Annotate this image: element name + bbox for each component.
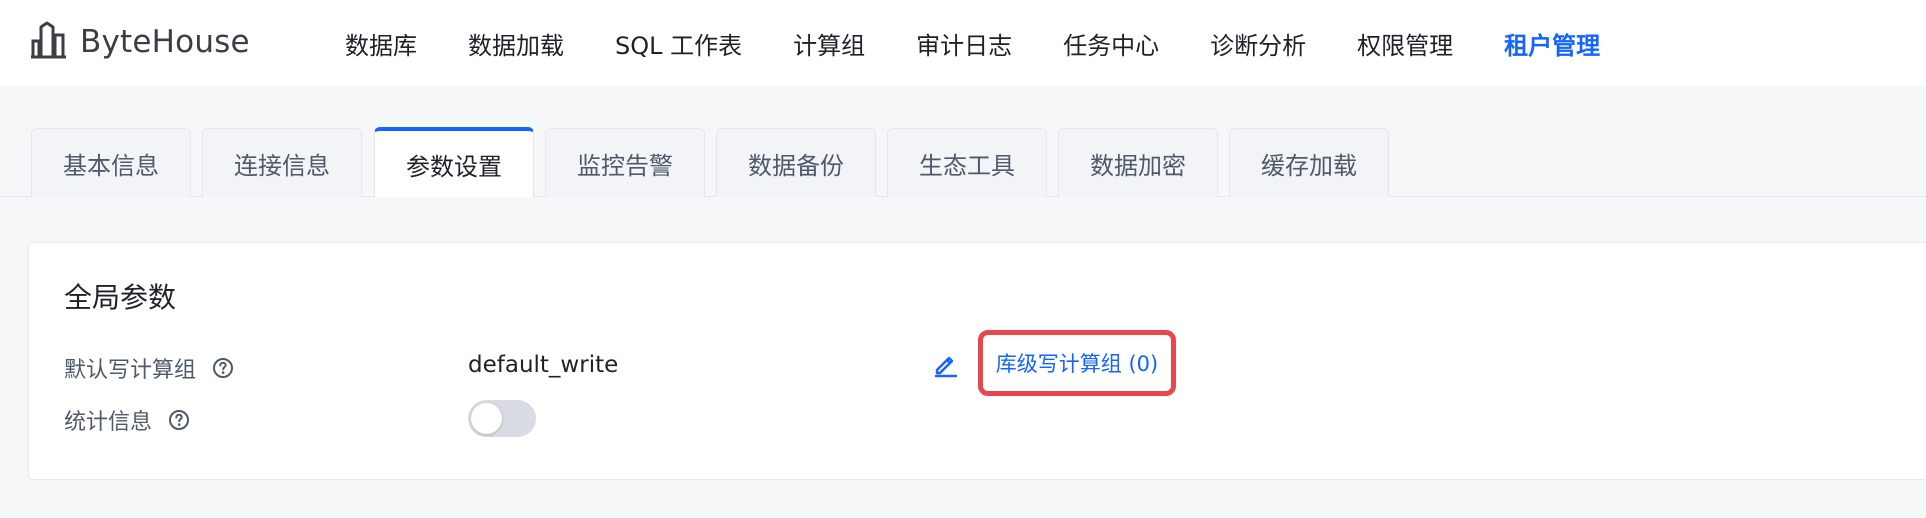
db-write-group-highlight: 库级写计算组 (0) [978,330,1176,396]
question-circle-icon[interactable] [168,409,190,431]
toggle-knob [471,403,502,434]
nav-item-audit-log[interactable]: 审计日志 [916,26,1012,61]
main-nav: 数据库 数据加载 SQL 工作表 计算组 审计日志 任务中心 诊断分析 权限管理… [345,0,1651,86]
default-write-group-label: 默认写计算组 [64,358,197,383]
section-title: 全局参数 [64,281,177,314]
pencil-icon[interactable] [932,350,960,378]
top-navigation-bar: ByteHouse 数据库 数据加载 SQL 工作表 计算组 审计日志 任务中心… [0,0,1926,86]
nav-item-tenant-management[interactable]: 租户管理 [1504,26,1600,61]
tab-monitoring-alerts[interactable]: 监控告警 [545,128,705,197]
nav-item-diagnosis[interactable]: 诊断分析 [1210,26,1306,61]
tab-cache-loading[interactable]: 缓存加载 [1229,128,1389,197]
question-circle-icon[interactable] [212,357,234,379]
logo[interactable]: ByteHouse [30,18,250,66]
tab-ecosystem-tools[interactable]: 生态工具 [887,128,1047,197]
db-write-group-link[interactable]: 库级写计算组 (0) [996,348,1158,378]
global-params-card [28,242,1926,480]
nav-item-permission[interactable]: 权限管理 [1357,26,1453,61]
bytehouse-logo-icon [30,19,72,65]
nav-item-data-load[interactable]: 数据加载 [468,26,564,61]
tab-connection-info[interactable]: 连接信息 [202,128,362,197]
tab-data-encryption[interactable]: 数据加密 [1058,128,1218,197]
default-write-group-row: 默认写计算组 [64,352,234,384]
logo-text: ByteHouse [80,24,250,60]
default-write-group-value: default_write [468,352,619,378]
tab-parameter-settings[interactable]: 参数设置 [374,127,534,197]
nav-item-sql-worksheet[interactable]: SQL 工作表 [615,26,742,61]
tab-basic-info[interactable]: 基本信息 [31,128,191,197]
tab-data-backup[interactable]: 数据备份 [716,128,876,197]
statistics-toggle[interactable] [468,400,536,437]
nav-item-task-center[interactable]: 任务中心 [1063,26,1159,61]
nav-item-database[interactable]: 数据库 [345,26,417,61]
statistics-label: 统计信息 [64,410,153,435]
statistics-row: 统计信息 [64,404,190,436]
nav-item-compute-group[interactable]: 计算组 [793,26,865,61]
